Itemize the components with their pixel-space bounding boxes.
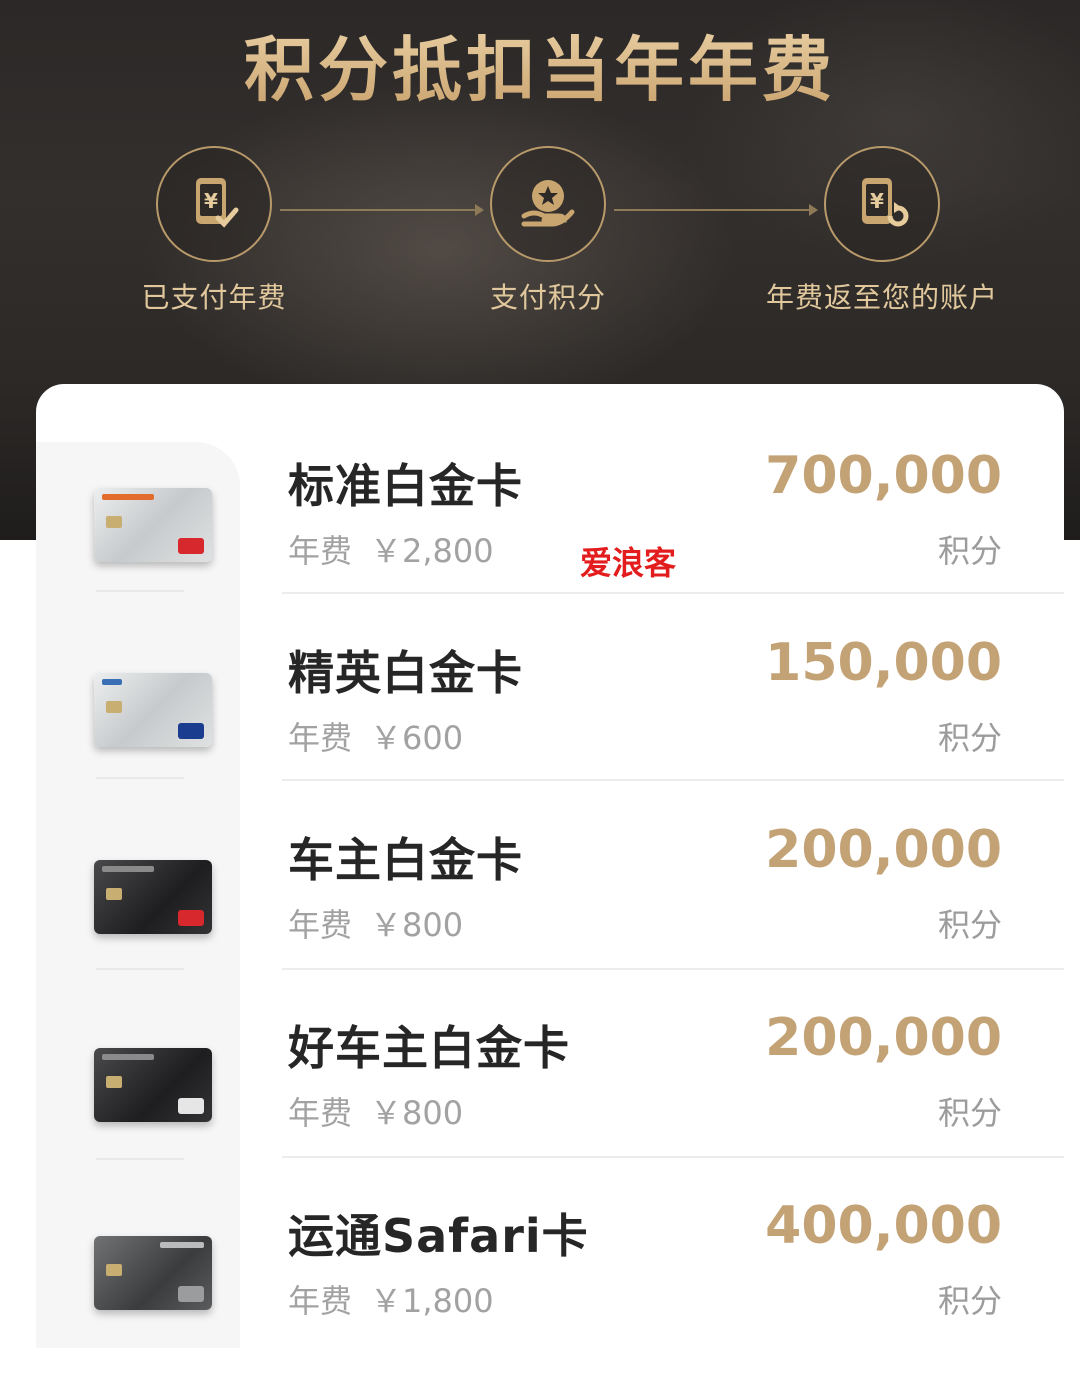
- card-name: 好车主白金卡: [288, 1021, 570, 1075]
- hero-title: 积分抵扣当年年费: [0, 14, 1080, 115]
- card-row-good-car-owner-platinum[interactable]: 好车主白金卡 年费 ￥800 200,000 积分: [0, 1004, 1080, 1191]
- card-row-amex-safari[interactable]: 运通Safari卡 年费 ￥1,800 400,000 积分: [0, 1192, 1080, 1379]
- watermark-text: 爱浪客: [580, 544, 677, 582]
- step-fee-returned: ¥: [824, 146, 940, 262]
- hand-star-coin-icon: [521, 180, 575, 227]
- annual-fee: 年费 ￥1,800: [288, 1276, 494, 1322]
- row-divider: [282, 592, 1064, 594]
- points-required: 400,000: [765, 1196, 1002, 1256]
- points-unit: 积分: [937, 906, 1002, 944]
- points-required: 200,000: [765, 1008, 1002, 1068]
- annual-fee: 年费 ￥800: [288, 1088, 463, 1134]
- step-label-paid-fee: 已支付年费: [141, 281, 287, 314]
- points-unit: 积分: [937, 1282, 1002, 1320]
- card-row-elite-platinum[interactable]: 精英白金卡 年费 ￥600 150,000 积分: [0, 629, 1080, 816]
- card-row-standard-platinum[interactable]: 标准白金卡 年费 ￥2,800 700,000 积分: [0, 442, 1080, 629]
- card-thumbnail: [94, 1236, 212, 1310]
- phone-yen-check-icon: ¥: [196, 178, 239, 228]
- svg-text:¥: ¥: [204, 189, 218, 213]
- thumb-divider: [96, 1158, 184, 1160]
- thumb-divider: [96, 590, 184, 592]
- card-name: 车主白金卡: [288, 833, 523, 887]
- card-name: 运通Safari卡: [288, 1209, 589, 1263]
- card-thumbnail: [94, 860, 212, 934]
- annual-fee: 年费 ￥800: [288, 900, 463, 946]
- thumb-divider: [96, 968, 184, 970]
- card-thumbnail: [94, 673, 212, 747]
- svg-text:¥: ¥: [870, 189, 884, 213]
- points-required: 200,000: [765, 820, 1002, 880]
- step-paid-fee: ¥: [156, 146, 272, 262]
- points-required: 150,000: [765, 633, 1002, 693]
- step-arrow-2: [614, 204, 818, 216]
- card-thumbnail: [94, 1048, 212, 1122]
- annual-fee: 年费 ￥600: [288, 713, 463, 759]
- card-name: 精英白金卡: [288, 646, 523, 700]
- fee-prefix: 年费: [288, 1282, 353, 1320]
- fee-prefix: 年费: [288, 532, 353, 570]
- fee-value: ￥2,800: [370, 532, 494, 570]
- points-unit: 积分: [937, 1094, 1002, 1132]
- step-arrow-1: [280, 204, 484, 216]
- points-required: 700,000: [765, 446, 1002, 506]
- fee-prefix: 年费: [288, 1094, 353, 1132]
- points-unit: 积分: [937, 719, 1002, 757]
- phone-yen-return-icon: ¥: [862, 178, 909, 227]
- row-divider: [282, 1156, 1064, 1158]
- thumb-divider: [96, 777, 184, 779]
- card-thumbnail: [94, 488, 212, 562]
- fee-prefix: 年费: [288, 906, 353, 944]
- fee-value: ￥600: [370, 719, 464, 757]
- points-unit: 积分: [937, 532, 1002, 570]
- fee-prefix: 年费: [288, 719, 353, 757]
- annual-fee: 年费 ￥2,800: [288, 526, 494, 572]
- card-row-car-owner-platinum[interactable]: 车主白金卡 年费 ￥800 200,000 积分: [0, 816, 1080, 1003]
- fee-value: ￥800: [370, 906, 464, 944]
- card-name: 标准白金卡: [288, 459, 523, 513]
- step-pay-points: [490, 146, 606, 262]
- fee-value: ￥800: [370, 1094, 464, 1132]
- step-label-fee-returned: 年费返至您的账户: [765, 281, 998, 314]
- row-divider: [282, 968, 1064, 970]
- step-label-pay-points: 支付积分: [489, 281, 606, 314]
- fee-value: ￥1,800: [370, 1282, 494, 1320]
- row-divider: [282, 779, 1064, 781]
